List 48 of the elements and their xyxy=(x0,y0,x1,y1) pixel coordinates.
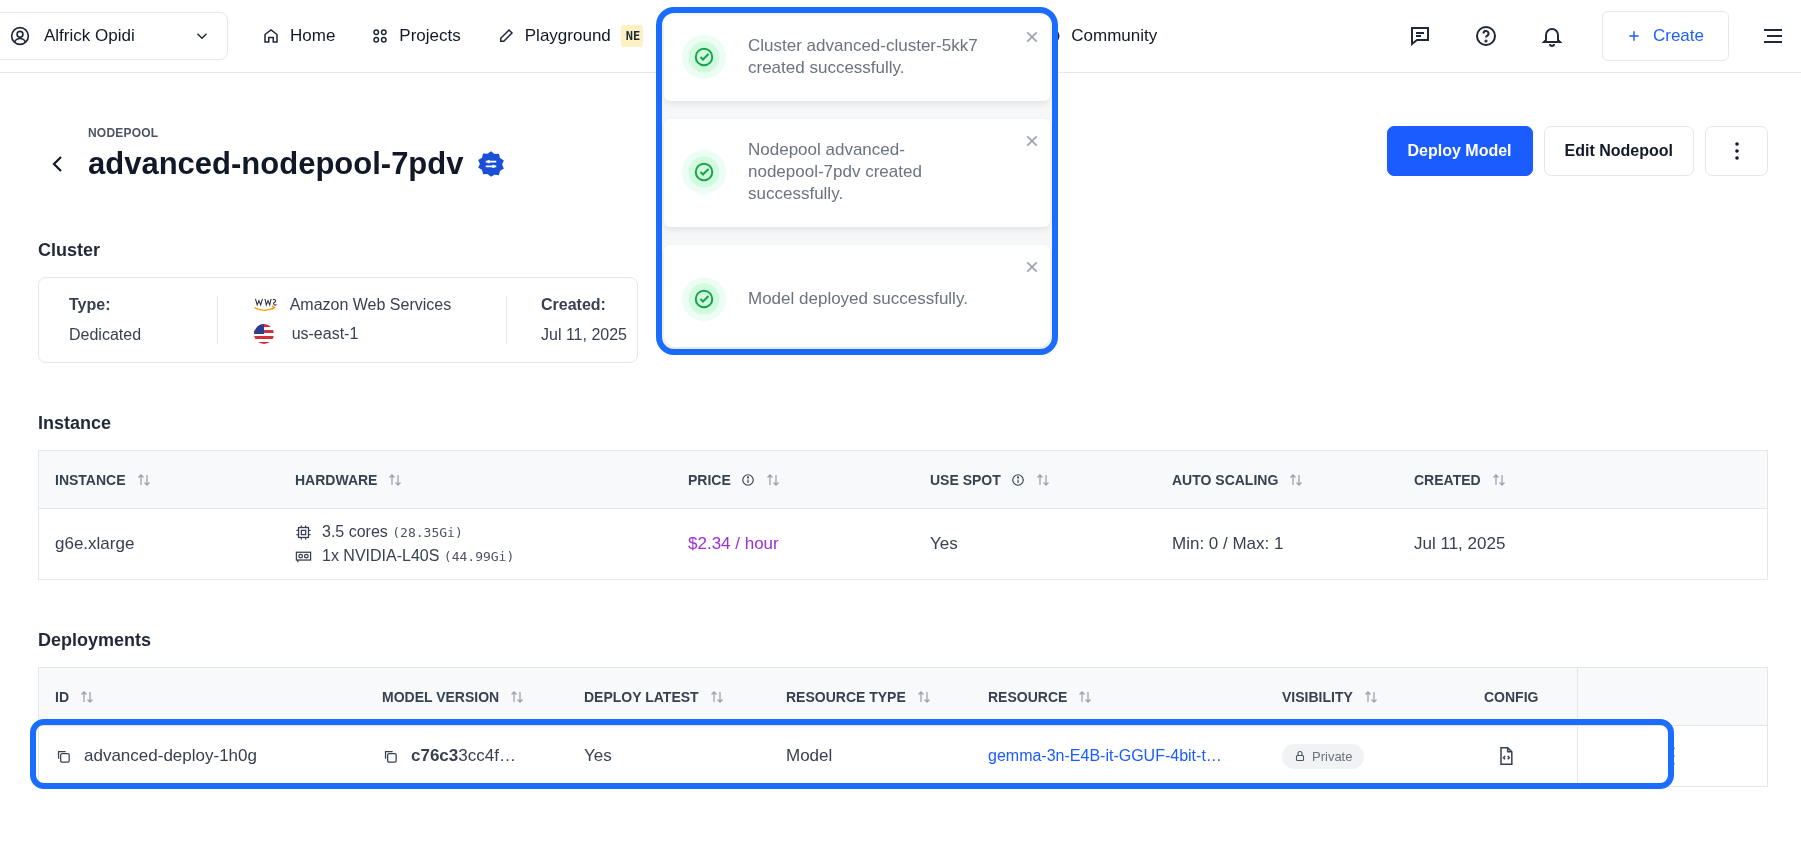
table-cell: g6e.xlarge xyxy=(55,534,135,554)
page-title: advanced-nodepool-7pdv xyxy=(88,146,464,182)
resource-link[interactable]: gemma-3n-E4B-it-GGUF-4bit-t… xyxy=(988,747,1222,765)
price-text: $2.34 / hour xyxy=(688,534,779,554)
field-value: Jul 11, 2025 xyxy=(541,326,627,344)
field-value: Dedicated xyxy=(69,326,143,344)
toast-message: Nodepool advanced-nodepool-7pdv created successfully. xyxy=(748,139,923,205)
column-header[interactable]: RESOURCE TYPE xyxy=(786,688,906,705)
create-button[interactable]: Create xyxy=(1601,11,1729,61)
column-header[interactable]: MODEL VERSION xyxy=(382,688,500,705)
column-header[interactable]: RESOURCE xyxy=(988,688,1068,705)
column-header[interactable]: CREATED xyxy=(1414,471,1481,488)
table-cell: advanced-deploy-1h0g xyxy=(84,746,257,766)
field-label: Type: xyxy=(69,296,112,314)
table-cell: Jul 11, 2025 xyxy=(1414,534,1506,554)
table-cell: Yes xyxy=(930,534,958,554)
visibility-tag: Private xyxy=(1282,743,1365,769)
column-header[interactable]: AUTO SCALING xyxy=(1172,471,1279,488)
column-header[interactable]: PRICE xyxy=(688,471,731,488)
user-menu-button[interactable]: Alfrick Opidi xyxy=(0,12,228,60)
column-header[interactable]: INSTANCE xyxy=(55,471,126,488)
column-header[interactable]: CONFIG xyxy=(1484,688,1539,705)
toast-message: Cluster advanced-cluster-5kk7 created successfully. xyxy=(748,35,978,79)
page-overline: NODEPOOL xyxy=(88,126,160,140)
field-label: Created: xyxy=(541,296,607,314)
column-header[interactable]: DEPLOY LATEST xyxy=(584,688,699,705)
column-header[interactable]: HARDWARE xyxy=(295,471,378,488)
section-heading: Instance xyxy=(38,413,113,434)
nav-link[interactable]: Playground xyxy=(496,26,611,46)
section-heading: Deployments xyxy=(38,630,153,651)
table-cell: Model xyxy=(786,746,833,766)
hardware-spec: 3.5 cores (28.35Gi) xyxy=(322,523,463,541)
toast-message: Model deployed successfully. xyxy=(748,288,968,310)
region-name: us-east-1 xyxy=(291,325,359,343)
table-cell: Yes xyxy=(584,746,612,766)
section-heading: Cluster xyxy=(38,240,101,261)
column-header[interactable]: ID xyxy=(55,688,69,705)
nav-link[interactable]: Home xyxy=(262,26,336,46)
edit-nodepool-button[interactable]: Edit Nodepool xyxy=(1543,126,1694,176)
deploy-model-button[interactable]: Deploy Model xyxy=(1386,126,1533,176)
column-header[interactable]: VISIBILITY xyxy=(1282,688,1353,705)
column-header[interactable]: USE SPOT xyxy=(930,471,1001,488)
provider-name: Amazon Web Services xyxy=(289,296,452,314)
nav-link[interactable]: Projects xyxy=(371,26,461,46)
table-cell: Min: 0 / Max: 1 xyxy=(1172,534,1284,554)
version-hash: c76c33cc4f… xyxy=(411,746,516,766)
new-badge: NE xyxy=(620,25,644,47)
hardware-spec: 1x NVIDIA-L40S (44.99Gi) xyxy=(322,547,515,565)
